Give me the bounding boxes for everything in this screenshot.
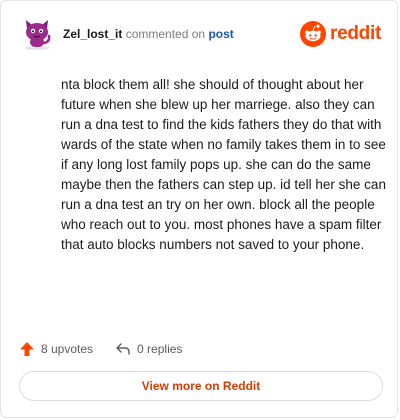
reply-button[interactable]: 0 replies [115, 341, 182, 357]
comment-header: Zel_lost_it commented on post reddit [19, 15, 381, 55]
comment-actions: 8 upvotes 0 replies [19, 339, 204, 359]
user-avatar[interactable] [19, 15, 55, 51]
reply-count: 0 replies [137, 342, 183, 356]
comment-meta: Zel_lost_it commented on post [63, 27, 234, 41]
reddit-wordmark: reddit [330, 23, 381, 44]
comment-body: nta block them all! she should of though… [61, 77, 386, 252]
upvote-count: 8 upvotes [41, 342, 94, 356]
reddit-logo-icon [300, 21, 327, 47]
reddit-brand[interactable]: reddit [300, 21, 381, 47]
view-more-on-reddit-button[interactable]: View more on Reddit [19, 371, 383, 401]
reddit-comment-embed: Zel_lost_it commented on post reddit nta… [0, 0, 398, 418]
username[interactable]: Zel_lost_it [63, 27, 122, 41]
post-link[interactable]: post [208, 27, 233, 41]
upvote-arrow-icon [20, 342, 34, 356]
commented-on-label: commented on [125, 27, 206, 41]
reply-arrow-icon [116, 343, 130, 355]
upvote-button[interactable]: 8 upvotes [19, 341, 93, 357]
